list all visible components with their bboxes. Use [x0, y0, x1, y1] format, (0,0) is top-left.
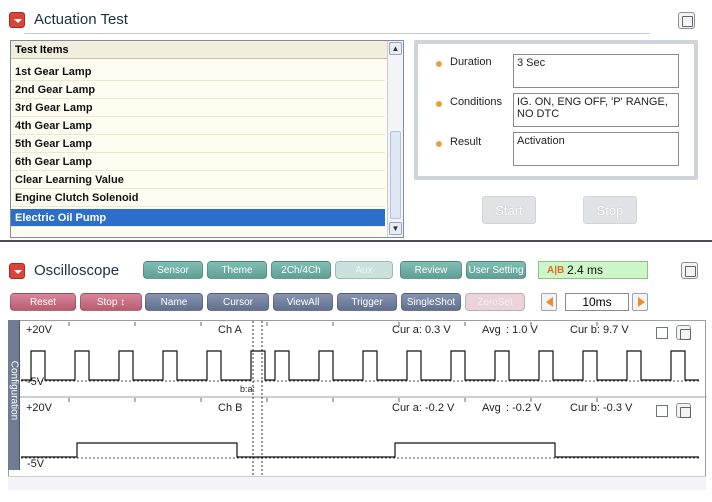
time-readout-value: 2.4 ms	[567, 263, 604, 277]
actuation-header: Actuation Test	[0, 0, 712, 40]
panel-divider	[0, 240, 712, 250]
title-underline	[24, 33, 650, 34]
ch-b-cur-a: Cur a: -0.2 V	[392, 402, 455, 414]
ch-b-avg: : -0.2 V	[506, 402, 542, 414]
ch-b-cur-b: Cur b: -0.3 V	[570, 402, 633, 414]
scroll-down-icon[interactable]: ▼	[389, 222, 402, 235]
time-readout: A|B 2.4 ms	[538, 261, 648, 279]
bullet-icon	[436, 101, 442, 107]
ch-b-avg-label: Avg	[482, 402, 501, 414]
ch-b-max: +20V	[26, 402, 52, 414]
list-item[interactable]: 1st Gear Lamp	[11, 63, 385, 81]
list-item[interactable]: 2nd Gear Lamp	[11, 81, 385, 99]
tab-aux[interactable]: Aux	[335, 261, 393, 279]
ch-b-min: -5V	[27, 458, 45, 470]
timebase-decrease-icon[interactable]	[541, 293, 557, 311]
ch-b-name: Ch B	[218, 402, 243, 414]
duration-label: Duration	[450, 56, 492, 68]
list-header: Test Items	[11, 41, 389, 59]
list-item[interactable]: 6th Gear Lamp	[11, 153, 385, 171]
reset-button[interactable]: Reset	[10, 293, 76, 311]
ch-a-max: +20V	[26, 324, 52, 336]
ch-a-avg-label: Avg	[482, 324, 501, 336]
ch-a-cur-b: Cur b: 9.7 V	[570, 324, 629, 336]
cursor-button[interactable]: Cursor	[207, 293, 269, 311]
duration-value: 3 Sec	[513, 54, 679, 88]
timebase-increase-icon[interactable]	[632, 293, 648, 311]
tab-theme[interactable]: Theme	[207, 261, 267, 279]
list-item[interactable]: Engine Clutch Solenoid	[11, 189, 385, 207]
maximize-icon[interactable]	[681, 262, 698, 279]
list-item-selected[interactable]: Electric Oil Pump	[11, 209, 385, 227]
bullet-icon	[436, 61, 442, 67]
actuation-title: Actuation Test	[34, 11, 128, 28]
vertical-scrollbar[interactable]: ▲ ▼	[387, 41, 403, 237]
cursor-label: b:a:	[240, 384, 256, 394]
tab-review[interactable]: Review	[400, 261, 462, 279]
cursor-delta-icon: A|B	[547, 265, 565, 276]
ch-a-expand-icon[interactable]	[676, 325, 691, 340]
scroll-thumb[interactable]	[390, 131, 401, 219]
bullet-icon	[436, 141, 442, 147]
name-button[interactable]: Name	[145, 293, 203, 311]
ch-b-expand-icon[interactable]	[676, 403, 691, 418]
test-items-list[interactable]: Test Items 1st Gear Lamp 2nd Gear Lamp 3…	[10, 40, 404, 238]
list-item[interactable]: Clear Learning Value	[11, 171, 385, 189]
ch-a-name: Ch A	[218, 324, 242, 336]
ch-a-cur-a: Cur a: 0.3 V	[392, 324, 451, 336]
result-label: Result	[450, 136, 482, 148]
collapse-icon[interactable]	[9, 12, 25, 28]
viewall-button[interactable]: ViewAll	[273, 293, 333, 311]
configuration-label: Configuration	[8, 360, 20, 421]
collapse-icon[interactable]	[9, 263, 25, 279]
horizontal-scrollbar[interactable]	[8, 476, 706, 490]
stop-toggle-button[interactable]: Stop ↕	[80, 293, 142, 311]
result-value: Activation	[513, 132, 679, 166]
conditions-value: IG. ON, ENG OFF, 'P' RANGE, NO DTC	[513, 93, 679, 127]
singleshot-button[interactable]: SingleShot	[401, 293, 461, 311]
tab-2ch4ch[interactable]: 2Ch/4Ch	[271, 261, 331, 279]
maximize-icon[interactable]	[678, 12, 695, 29]
tab-user-setting[interactable]: User Setting	[466, 261, 526, 279]
test-info-panel: Duration 3 Sec Conditions IG. ON, ENG OF…	[414, 40, 698, 180]
stop-button[interactable]: Stop	[583, 196, 637, 224]
oscilloscope-title: Oscilloscope	[34, 262, 120, 279]
list-item[interactable]: 5th Gear Lamp	[11, 135, 385, 153]
conditions-label: Conditions	[450, 96, 502, 108]
zeroset-button[interactable]: ZeroSet	[465, 293, 525, 311]
ch-a-avg: : 1.0 V	[506, 324, 538, 336]
ch-a-checkbox[interactable]	[656, 327, 668, 339]
start-button[interactable]: Start	[482, 196, 536, 224]
tab-sensor[interactable]: Sensor	[143, 261, 203, 279]
trigger-button[interactable]: Trigger	[337, 293, 397, 311]
list-item[interactable]: 4th Gear Lamp	[11, 117, 385, 135]
scroll-up-icon[interactable]: ▲	[389, 42, 402, 55]
ch-b-checkbox[interactable]	[656, 405, 668, 417]
list-item[interactable]: 3rd Gear Lamp	[11, 99, 385, 117]
timebase-field[interactable]: 10ms	[565, 293, 629, 311]
ch-a-min: -5V	[27, 376, 45, 388]
configuration-tab[interactable]: Configuration	[8, 320, 20, 470]
